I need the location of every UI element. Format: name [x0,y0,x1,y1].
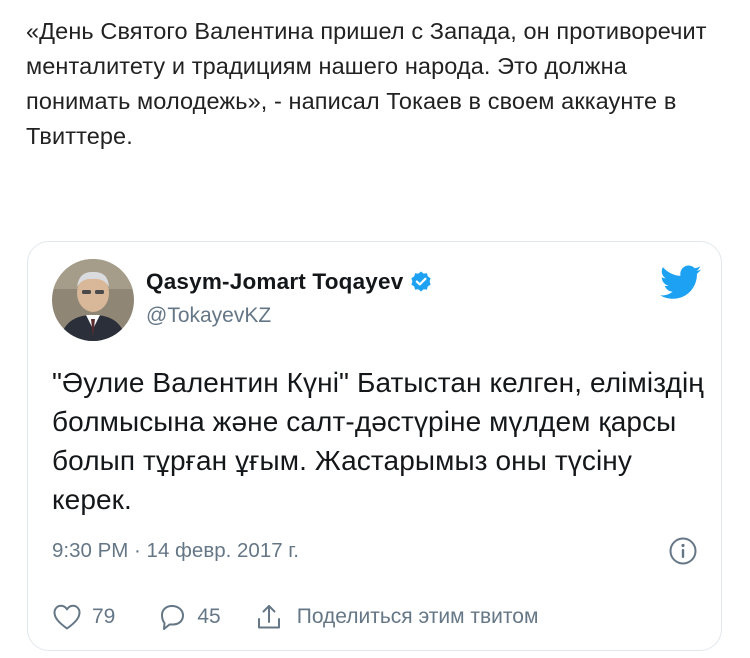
share-label: Поделиться этим твитом [296,605,539,628]
like-count: 79 [92,605,116,628]
article-paragraph: «День Святого Валентина пришел с Запада,… [26,18,707,149]
verified-badge-icon [409,270,433,294]
share-icon [255,603,283,631]
tweet-author-name[interactable]: Qasym-Jomart Toqayev [146,269,403,295]
info-icon[interactable] [668,536,698,566]
embedded-tweet-card[interactable]: Qasym-Jomart Toqayev @TokayevKZ "Әулие В… [27,241,722,651]
tweet-timestamp[interactable]: 9:30 PM · 14 февр. 2017 г. [52,539,299,563]
reply-button[interactable]: 45 [157,603,221,631]
share-button[interactable]: Поделиться этим твитом [255,603,539,631]
tweet-text: "Әулие Валентин Күні" Батыстан келген, е… [52,367,704,515]
like-button[interactable]: 79 [52,603,115,631]
reply-count: 45 [197,605,221,628]
tweet-actions-bar: 79 45 Поделиться этим твитом [52,603,538,631]
avatar[interactable] [52,259,134,341]
heart-icon [52,603,82,631]
tweet-author-handle[interactable]: @TokayevKZ [146,304,271,328]
twitter-bird-icon[interactable] [660,265,702,301]
reply-bubble-icon [157,603,187,631]
